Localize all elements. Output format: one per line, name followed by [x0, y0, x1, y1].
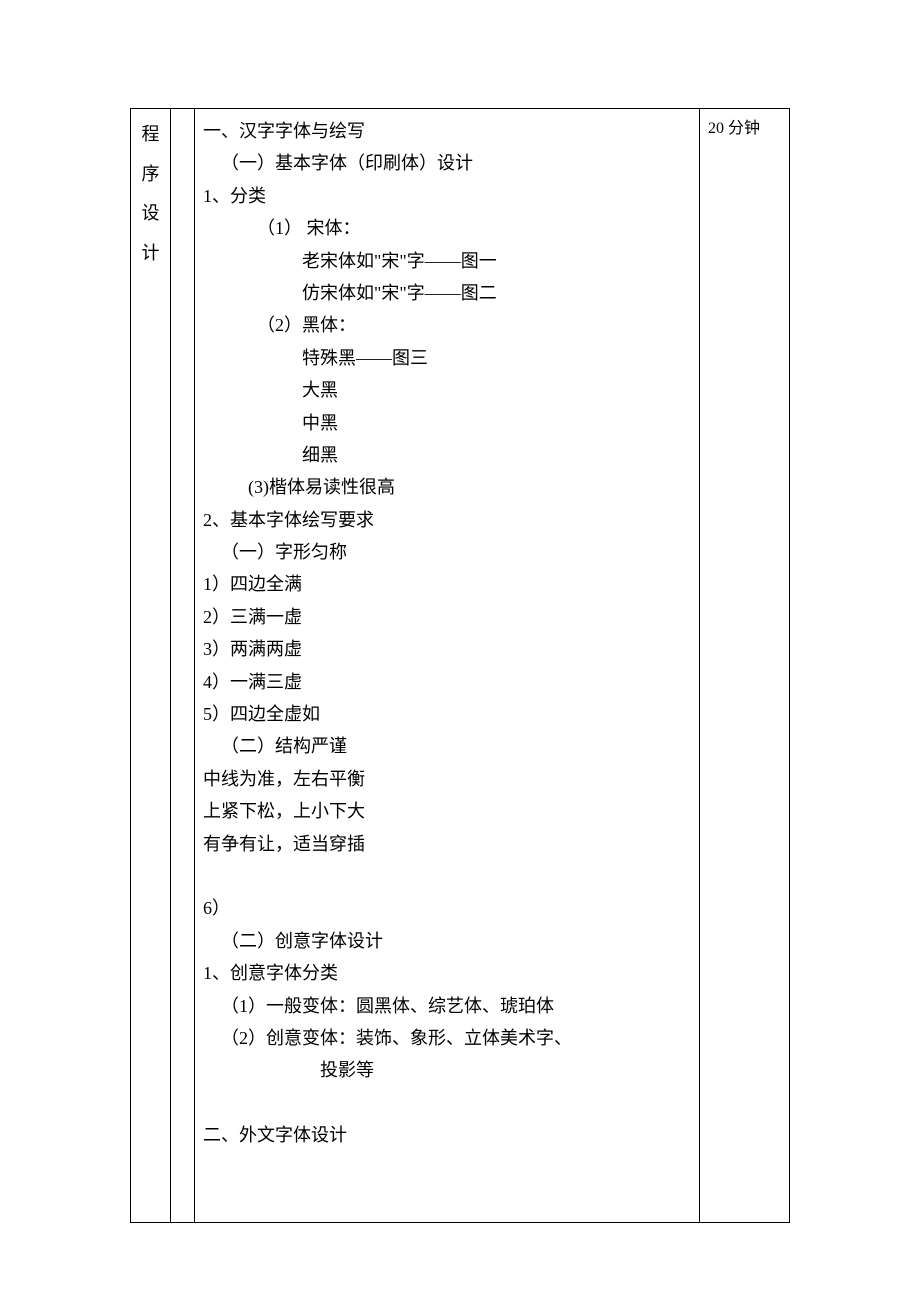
- content-line: （2）黑体：: [203, 309, 691, 341]
- duration-cell: 20 分钟: [700, 109, 790, 1223]
- row-label-char: 程: [139, 115, 162, 155]
- table-row: 程 序 设 计 一、汉字字体与绘写（一）基本字体（印刷体）设计1、分类（1） 宋…: [131, 109, 790, 1223]
- content-line: （2）创意变体：装饰、象形、立体美术字、: [203, 1022, 691, 1054]
- content-line: 投影等: [203, 1054, 691, 1086]
- content-line: 中线为准，左右平衡: [203, 763, 691, 795]
- content-line: （一）基本字体（印刷体）设计: [203, 147, 691, 179]
- content-line: 中黑: [203, 407, 691, 439]
- content-line: 特殊黑——图三: [203, 342, 691, 374]
- content-line: 1、创意字体分类: [203, 957, 691, 989]
- content-line: 大黑: [203, 374, 691, 406]
- blank-cell: [171, 109, 195, 1223]
- row-label-cell: 程 序 设 计: [131, 109, 171, 1223]
- duration-text: 20 分钟: [708, 120, 760, 137]
- row-label-char: 设: [139, 194, 162, 234]
- row-label-char: 序: [139, 155, 162, 195]
- content-line: （二）创意字体设计: [203, 925, 691, 957]
- content-line: 5）四边全虚如: [203, 698, 691, 730]
- content-line: 有争有让，适当穿插: [203, 828, 691, 860]
- content-line: 二、外文字体设计: [203, 1119, 691, 1151]
- lesson-table: 程 序 设 计 一、汉字字体与绘写（一）基本字体（印刷体）设计1、分类（1） 宋…: [130, 108, 790, 1223]
- content-line: [203, 860, 691, 892]
- content-line: 上紧下松，上小下大: [203, 795, 691, 827]
- content-line: （1）一般变体：圆黑体、综艺体、琥珀体: [203, 990, 691, 1022]
- content-line: 1、分类: [203, 180, 691, 212]
- content-line: 4）一满三虚: [203, 666, 691, 698]
- content-line: (3)楷体易读性很高: [203, 471, 691, 503]
- content-line: [203, 1184, 691, 1216]
- document-page: 程 序 设 计 一、汉字字体与绘写（一）基本字体（印刷体）设计1、分类（1） 宋…: [0, 0, 920, 1223]
- content-line: 2、基本字体绘写要求: [203, 504, 691, 536]
- content-line: （二）结构严谨: [203, 730, 691, 762]
- content-line: 1）四边全满: [203, 568, 691, 600]
- content-line: 细黑: [203, 439, 691, 471]
- content-line: 一、汉字字体与绘写: [203, 115, 691, 147]
- content-cell: 一、汉字字体与绘写（一）基本字体（印刷体）设计1、分类（1） 宋体：老宋体如"宋…: [195, 109, 700, 1223]
- content-line: 3）两满两虚: [203, 633, 691, 665]
- content-line: 2）三满一虚: [203, 601, 691, 633]
- row-label-char: 计: [139, 234, 162, 274]
- content-line: [203, 1152, 691, 1184]
- content-line: （一）字形匀称: [203, 536, 691, 568]
- content-line: 仿宋体如"宋"字——图二: [203, 277, 691, 309]
- content-line: 6）: [203, 892, 691, 924]
- content-line: 老宋体如"宋"字——图一: [203, 245, 691, 277]
- content-line: （1） 宋体：: [203, 212, 691, 244]
- content-line: [203, 1087, 691, 1119]
